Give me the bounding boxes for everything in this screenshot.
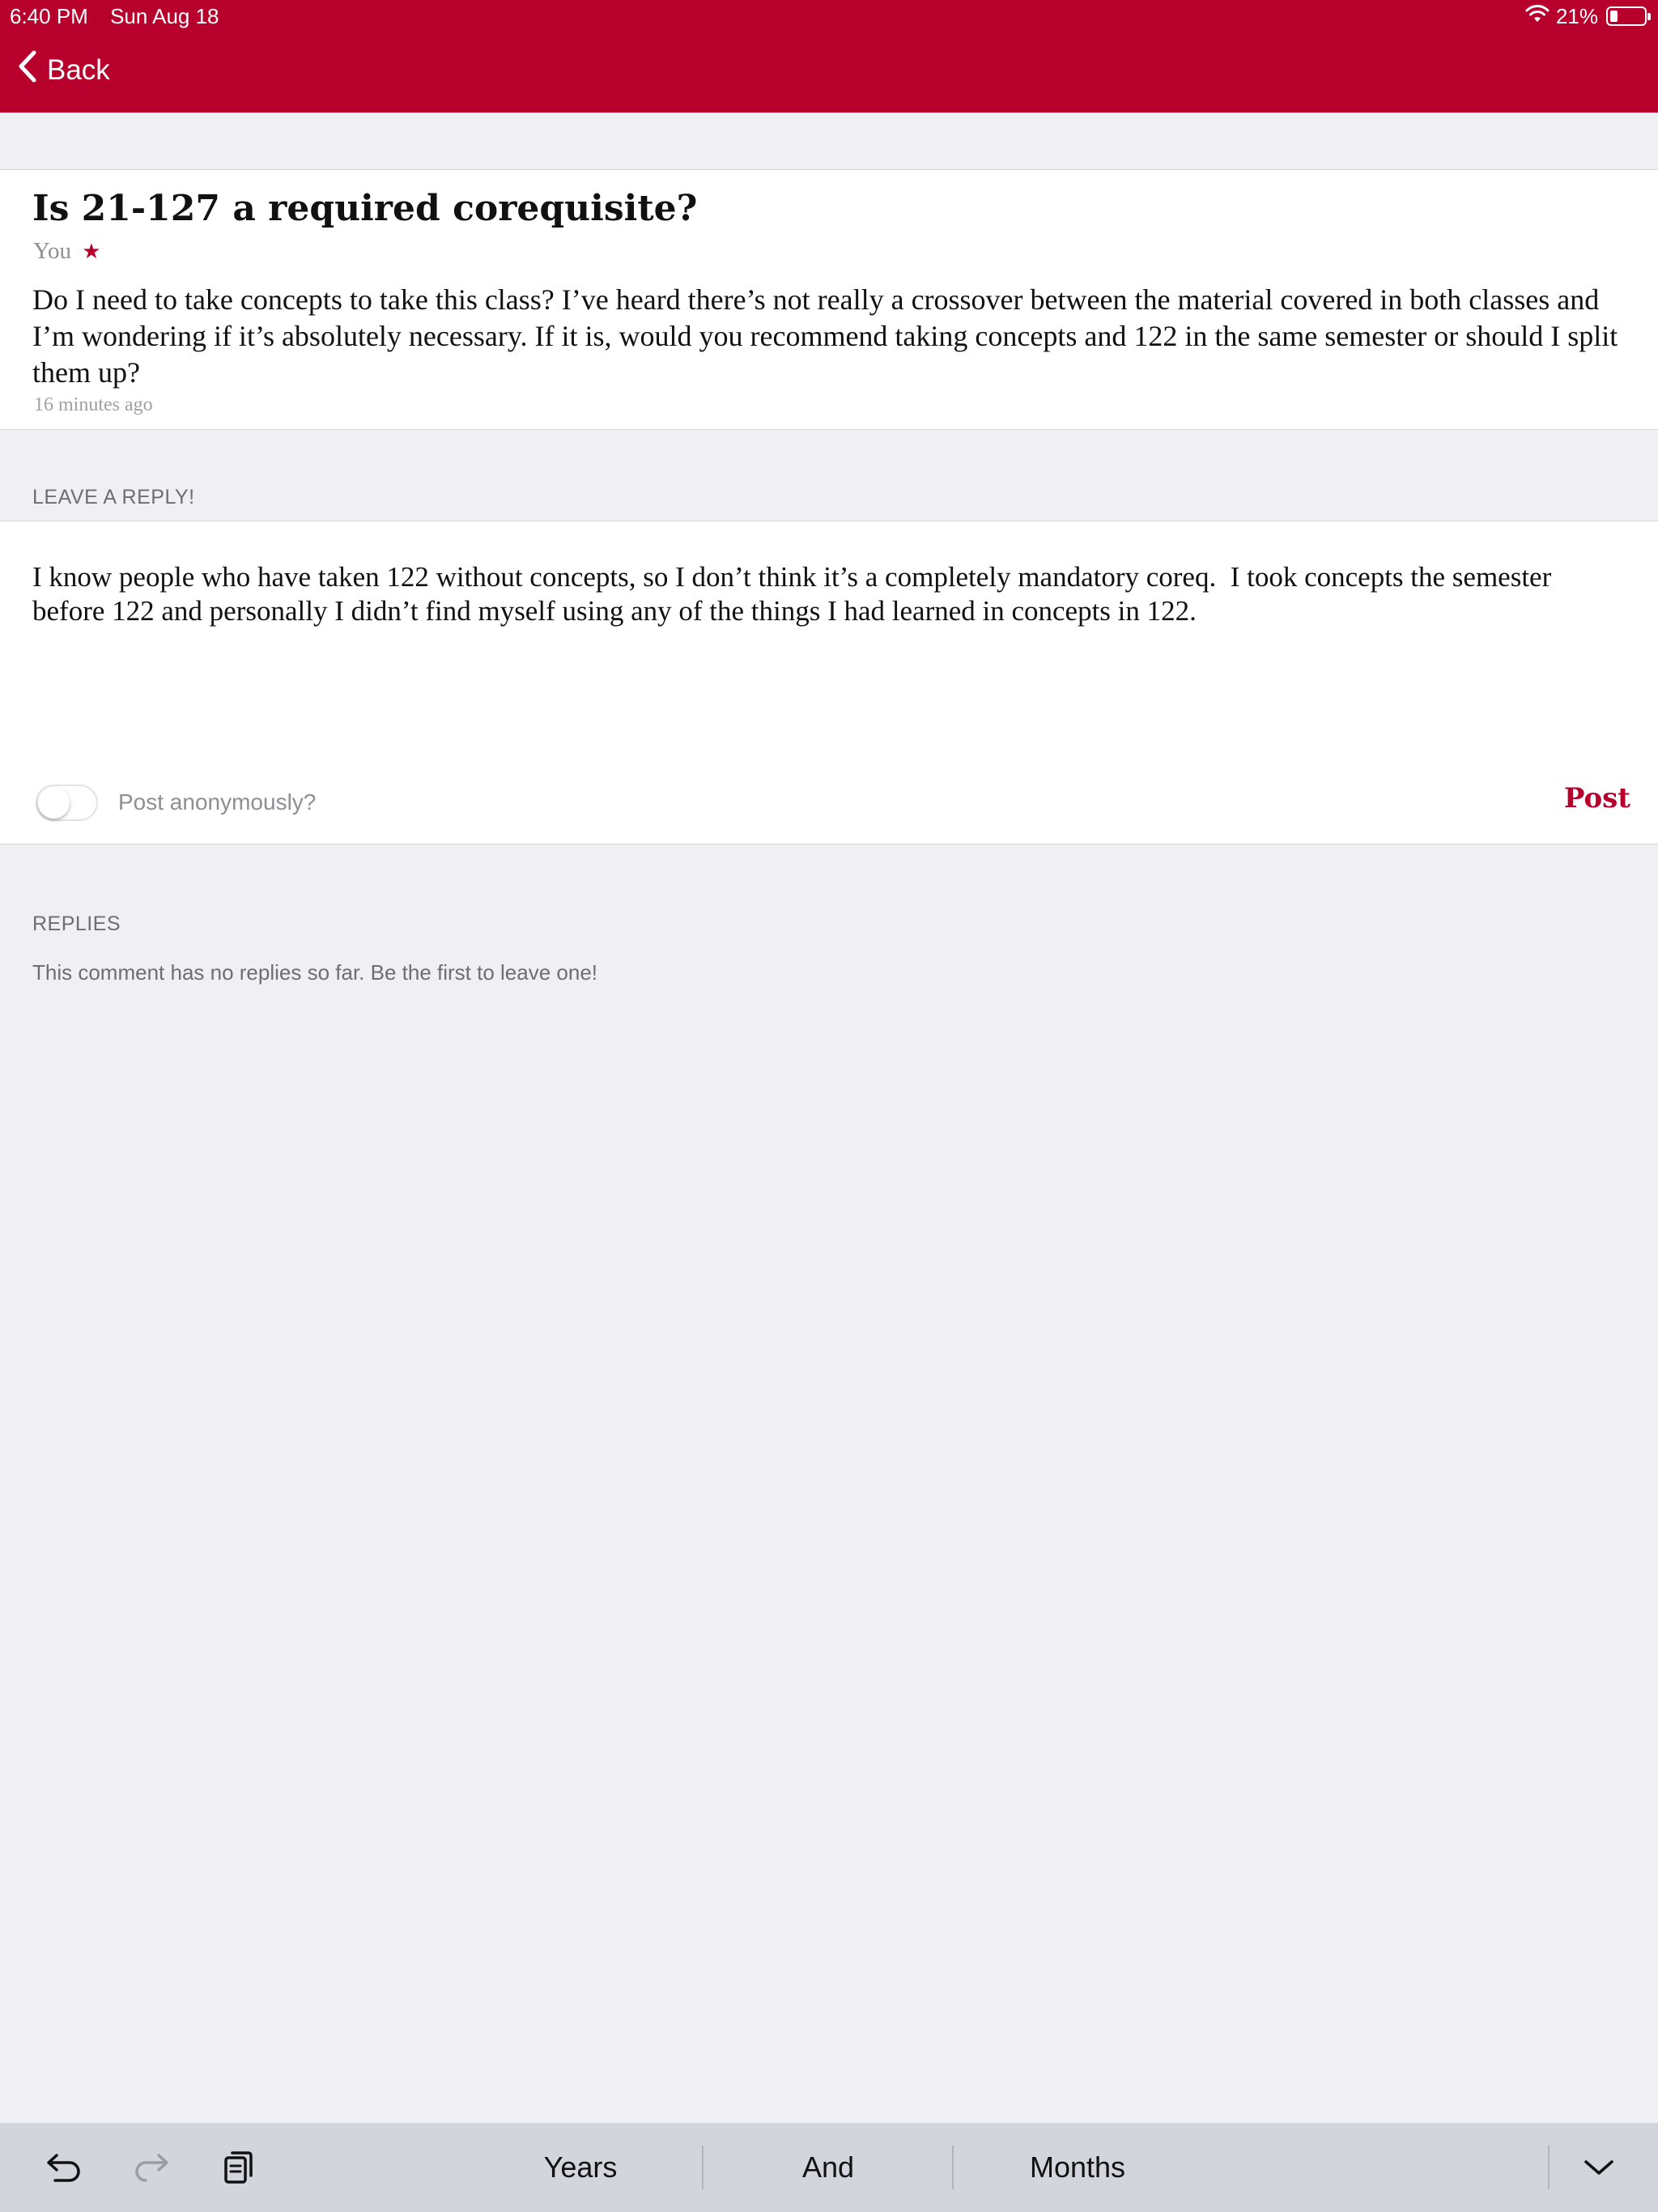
suggestion-years[interactable]: Years (457, 2147, 704, 2188)
reply-form: I know people who have taken 122 without… (0, 521, 1658, 844)
back-label: Back (47, 53, 110, 86)
clipboard-icon[interactable] (219, 2147, 259, 2188)
empty-replies-message: This comment has no replies so far. Be t… (32, 960, 598, 985)
replies-label: REPLIES (32, 912, 121, 935)
battery-percent: 21% (1555, 3, 1598, 28)
top-bar: 6:40 PM Sun Aug 18 21% Back (0, 0, 1658, 113)
status-date: Sun Aug 18 (110, 4, 219, 28)
battery-level (1610, 11, 1618, 22)
wifi-icon (1525, 4, 1550, 29)
post-title: Is 21-127 a required corequisite? (32, 188, 698, 229)
chevron-left-icon (18, 50, 37, 90)
post-author: You ★ (33, 238, 101, 265)
post-button[interactable]: Post (1564, 782, 1630, 815)
undo-icon[interactable] (44, 2147, 84, 2188)
anonymous-toggle[interactable] (36, 785, 98, 821)
battery-icon (1606, 6, 1651, 26)
dismiss-keyboard-icon[interactable] (1579, 2147, 1619, 2188)
star-icon: ★ (82, 240, 101, 263)
author-name: You (33, 238, 72, 264)
post-body: Do I need to take concepts to take this … (32, 283, 1618, 389)
anonymous-label: Post anonymously? (118, 789, 317, 815)
status-time: 6:40 PM (10, 4, 88, 28)
suggestion-months[interactable]: Months (954, 2147, 1201, 2188)
suggestion-and[interactable]: And (704, 2147, 952, 2188)
suggestion-divider (702, 2146, 704, 2189)
status-bar-left: 6:40 PM Sun Aug 18 (10, 3, 236, 29)
leave-reply-label: LEAVE A REPLY! (32, 486, 195, 508)
toggle-knob (38, 787, 70, 819)
keyboard-suggestion-bar: Years And Months (0, 2123, 1658, 2212)
reply-text-field[interactable]: I know people who have taken 122 without… (32, 560, 1619, 738)
back-button[interactable]: Back (18, 50, 110, 90)
post-card: Is 21-127 a required corequisite? You ★ … (0, 169, 1658, 430)
redo-icon[interactable] (131, 2147, 172, 2188)
suggestion-divider (1548, 2146, 1550, 2189)
post-timestamp: 16 minutes ago (34, 394, 153, 415)
status-bar-right: 21% (1525, 3, 1651, 29)
